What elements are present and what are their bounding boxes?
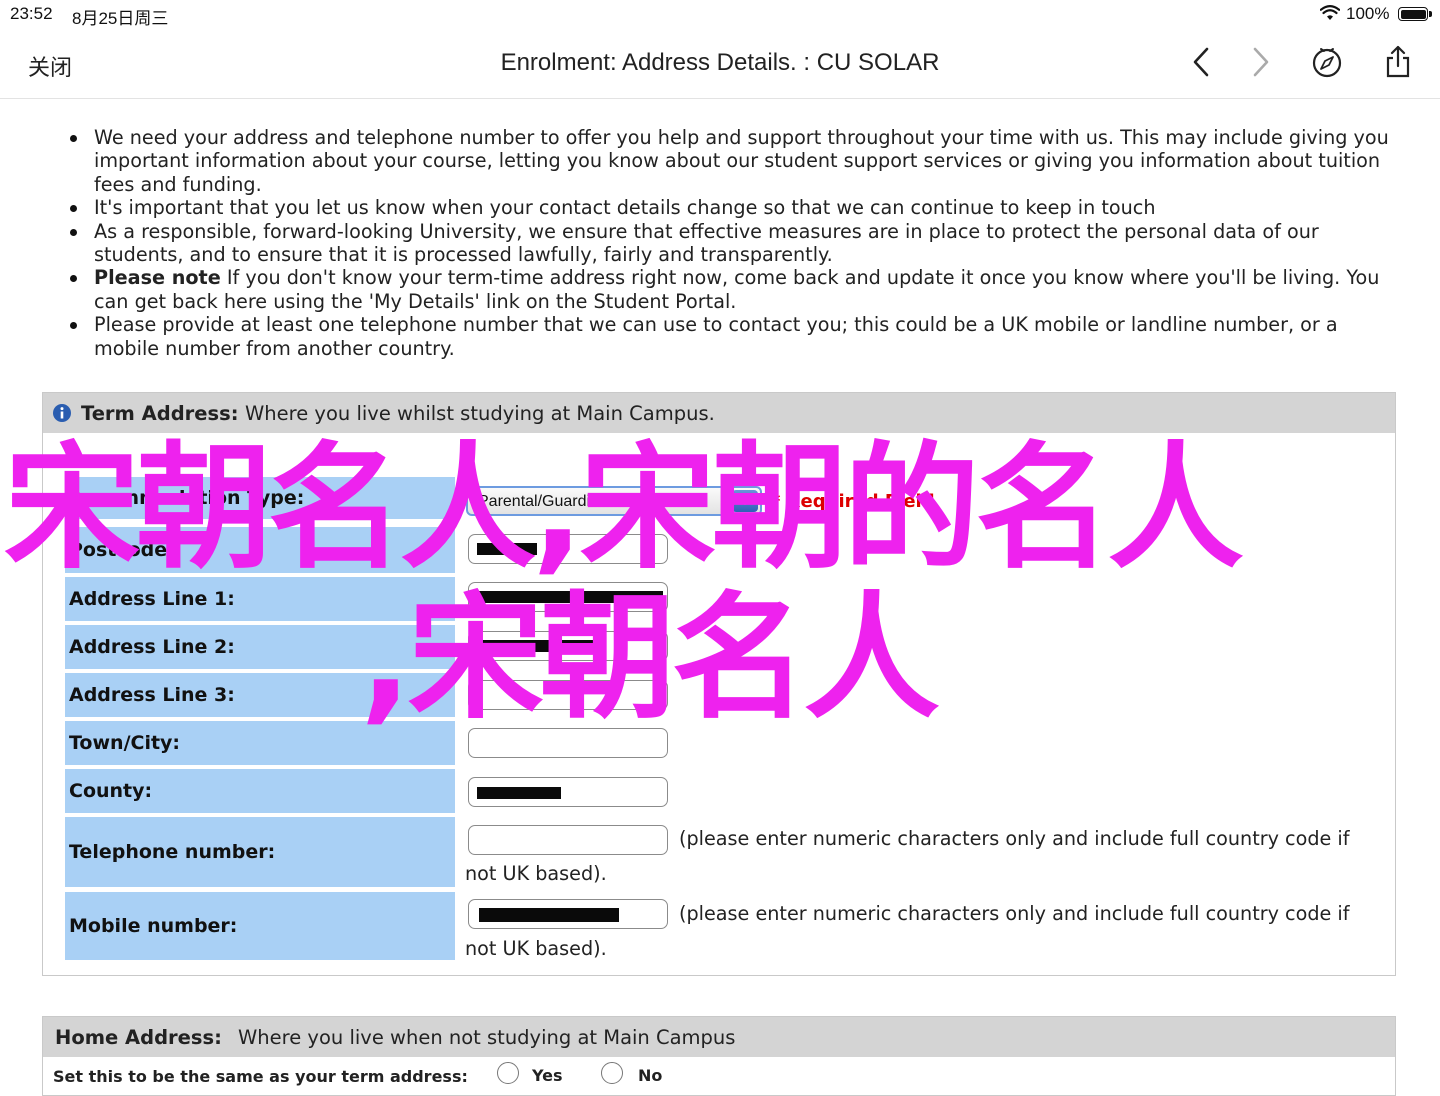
status-date: 8月25日周三: [72, 9, 169, 28]
mobile-hint: (please enter numeric characters only an…: [679, 902, 1350, 925]
telephone-hint-continued: not UK based).: [465, 862, 607, 885]
town-city-label: Town/City:: [65, 721, 455, 765]
address-line-1-input[interactable]: [468, 582, 668, 612]
term-address-description: Where you live whilst studying at Main C…: [245, 402, 715, 425]
chevron-down-icon[interactable]: [732, 490, 758, 512]
postcode-label: Postcode:: [65, 527, 455, 573]
postcode-input[interactable]: [468, 534, 668, 564]
term-address-panel: Term Address: Where you live whilst stud…: [42, 392, 1396, 976]
nav-bar: 关闭 Enrolment: Address Details. : CU SOLA…: [0, 28, 1440, 99]
accommodation-type-select[interactable]: Parental/Guardian home: [466, 486, 762, 516]
back-icon[interactable]: [1184, 44, 1220, 80]
wifi-icon: [1320, 5, 1340, 20]
note-item: As a responsible, forward-looking Univer…: [66, 220, 1396, 267]
town-city-input[interactable]: [468, 728, 668, 758]
home-address-header: Home Address: Where you live when not st…: [43, 1017, 1395, 1057]
same-address-yes-radio[interactable]: [497, 1062, 519, 1084]
address-line-1-label: Address Line 1:: [65, 577, 455, 621]
mobile-input[interactable]: [468, 899, 668, 929]
forward-icon[interactable]: [1243, 44, 1279, 80]
address-line-2-label: Address Line 2:: [65, 625, 455, 669]
home-address-title: Home Address:: [55, 1026, 222, 1049]
note-item: Please provide at least one telephone nu…: [66, 313, 1396, 360]
accommodation-type-label: Accommodation Type:: [65, 477, 455, 519]
page-title: Enrolment: Address Details. : CU SOLAR: [500, 49, 940, 76]
status-time: 23:52: [10, 4, 53, 23]
required-field-note: * Required Field: [771, 491, 935, 512]
county-input[interactable]: [468, 777, 668, 807]
telephone-label: Telephone number:: [65, 817, 455, 887]
telephone-input[interactable]: [468, 825, 668, 855]
same-address-no-radio[interactable]: [601, 1062, 623, 1084]
note-item: We need your address and telephone numbe…: [66, 126, 1396, 196]
note-item: Please note If you don't know your term-…: [66, 266, 1396, 313]
home-address-panel: Home Address: Where you live when not st…: [42, 1016, 1396, 1096]
term-address-header: Term Address: Where you live whilst stud…: [43, 393, 1395, 433]
compass-icon[interactable]: [1309, 44, 1345, 80]
same-as-term-label: Set this to be the same as your term add…: [53, 1067, 468, 1086]
mobile-label: Mobile number:: [65, 892, 455, 960]
county-label: County:: [65, 769, 455, 813]
same-address-yes-label: Yes: [532, 1066, 563, 1085]
note-item: It's important that you let us know when…: [66, 196, 1396, 219]
share-icon[interactable]: [1380, 44, 1416, 80]
telephone-hint: (please enter numeric characters only an…: [679, 827, 1350, 850]
info-notes-list: We need your address and telephone numbe…: [66, 126, 1396, 360]
address-line-2-input[interactable]: [468, 631, 668, 661]
accommodation-type-value: Parental/Guardian home: [478, 493, 653, 510]
term-address-title: Term Address:: [81, 402, 239, 425]
same-address-no-label: No: [638, 1066, 663, 1085]
battery-percent: 100%: [1346, 4, 1390, 23]
home-address-description: Where you live when not studying at Main…: [238, 1026, 736, 1049]
info-icon: [53, 404, 71, 422]
mobile-hint-continued: not UK based).: [465, 937, 607, 960]
address-line-3-label: Address Line 3:: [65, 673, 455, 717]
address-line-3-input[interactable]: [468, 680, 668, 710]
status-bar: 23:52 8月25日周三 100%: [0, 0, 1440, 28]
battery-icon: [1398, 7, 1428, 21]
